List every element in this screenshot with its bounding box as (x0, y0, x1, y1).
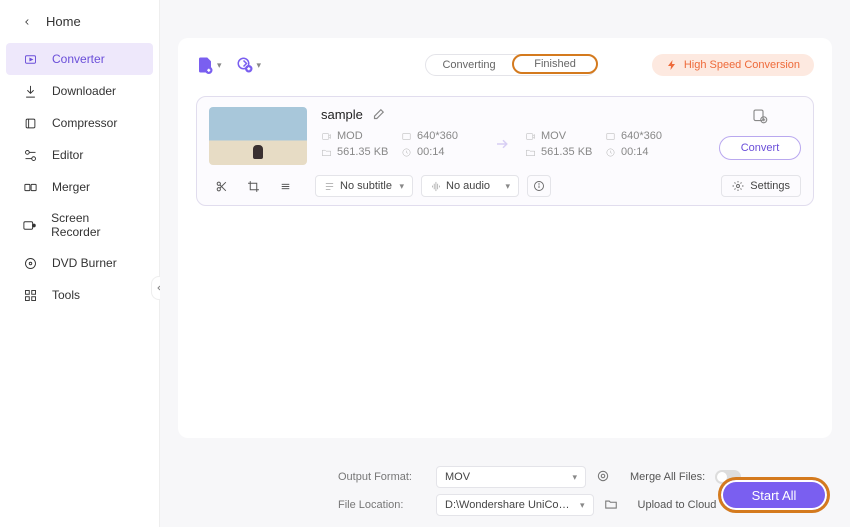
download-icon (22, 83, 38, 99)
sidebar-item-compressor[interactable]: Compressor (0, 107, 159, 139)
src-resolution: 640*360 (401, 130, 481, 142)
edit-icon[interactable] (371, 108, 385, 122)
folder-icon (321, 147, 332, 158)
sidebar-item-label: Merger (52, 180, 90, 194)
dst-resolution: 640*360 (605, 130, 685, 142)
compressor-icon (22, 115, 38, 131)
src-format: MOD (321, 130, 401, 142)
open-folder-icon[interactable] (604, 497, 618, 514)
preset-icon[interactable] (596, 469, 610, 486)
settings-button[interactable]: Settings (721, 175, 801, 197)
folder-icon (525, 147, 536, 158)
gear-icon (732, 180, 744, 192)
subtitle-select[interactable]: No subtitle▾ (315, 175, 413, 197)
lightning-icon (666, 59, 678, 71)
sidebar-item-label: Screen Recorder (51, 211, 137, 239)
src-duration: 00:14 (401, 146, 481, 158)
src-size: 561.35 KB (321, 146, 401, 158)
file-location-select[interactable]: D:\Wondershare UniConverter 1▾ (436, 494, 594, 516)
subtitle-icon (324, 181, 335, 192)
video-icon (321, 131, 332, 142)
converter-icon (22, 51, 38, 67)
sidebar-item-label: DVD Burner (52, 256, 117, 270)
resolution-icon (605, 131, 616, 142)
tab-finished[interactable]: Finished (512, 54, 598, 74)
tab-converting[interactable]: Converting (426, 55, 512, 75)
trim-button[interactable] (209, 175, 233, 197)
sidebar-item-screen-recorder[interactable]: Screen Recorder (0, 203, 159, 247)
sidebar-item-label: Converter (52, 52, 105, 66)
tools-icon (22, 287, 38, 303)
sidebar-item-downloader[interactable]: Downloader (0, 75, 159, 107)
merger-icon (22, 179, 38, 195)
file-card: sample MOD 640*360 MOV 640*360 561.35 KB… (196, 96, 814, 206)
sidebar-item-label: Tools (52, 288, 80, 302)
dst-format: MOV (525, 130, 605, 142)
sidebar-item-editor[interactable]: Editor (0, 139, 159, 171)
main-panel: ▾ ▾ Converting Finished High Speed Conve… (160, 0, 850, 527)
home-label: Home (46, 14, 81, 29)
resolution-icon (401, 131, 412, 142)
caret-down-icon: ▾ (217, 60, 222, 71)
file-location-label: File Location: (338, 499, 426, 511)
more-button[interactable] (273, 175, 297, 197)
video-icon (525, 131, 536, 142)
dst-size: 561.35 KB (525, 146, 605, 158)
sidebar-item-tools[interactable]: Tools (0, 279, 159, 311)
video-thumbnail[interactable] (209, 107, 307, 165)
arrow-right-icon (494, 135, 512, 153)
file-name: sample (321, 107, 363, 122)
add-file-button[interactable]: ▾ (196, 56, 222, 74)
dst-duration: 00:14 (605, 146, 685, 158)
sidebar-item-label: Compressor (52, 116, 117, 130)
high-speed-button[interactable]: High Speed Conversion (652, 54, 814, 76)
sidebar-item-dvd-burner[interactable]: DVD Burner (0, 247, 159, 279)
info-button[interactable] (527, 175, 551, 197)
clock-icon (605, 147, 616, 158)
sidebar-item-merger[interactable]: Merger (0, 171, 159, 203)
status-tabs: Converting Finished (425, 54, 597, 76)
output-format-label: Output Format: (338, 471, 426, 483)
sidebar: Home Converter Downloader Compressor Edi… (0, 0, 160, 527)
editor-icon (22, 147, 38, 163)
recorder-icon (22, 217, 37, 233)
start-all-button[interactable]: Start All (718, 477, 830, 513)
convert-button[interactable]: Convert (719, 136, 801, 160)
upload-cloud-label: Upload to Cloud (638, 499, 717, 511)
home-header[interactable]: Home (0, 0, 159, 39)
sidebar-item-converter[interactable]: Converter (6, 43, 153, 75)
add-url-button[interactable]: ▾ (236, 56, 262, 74)
output-format-select[interactable]: MOV▾ (436, 466, 586, 488)
output-settings-icon[interactable] (751, 107, 769, 128)
dvd-icon (22, 255, 38, 271)
merge-label: Merge All Files: (630, 471, 705, 483)
crop-button[interactable] (241, 175, 265, 197)
chevron-left-icon (22, 17, 32, 27)
high-speed-label: High Speed Conversion (684, 59, 800, 71)
caret-down-icon: ▾ (257, 60, 262, 71)
sidebar-item-label: Editor (52, 148, 83, 162)
audio-select[interactable]: No audio▾ (421, 175, 519, 197)
sidebar-item-label: Downloader (52, 84, 116, 98)
audio-icon (430, 181, 441, 192)
clock-icon (401, 147, 412, 158)
